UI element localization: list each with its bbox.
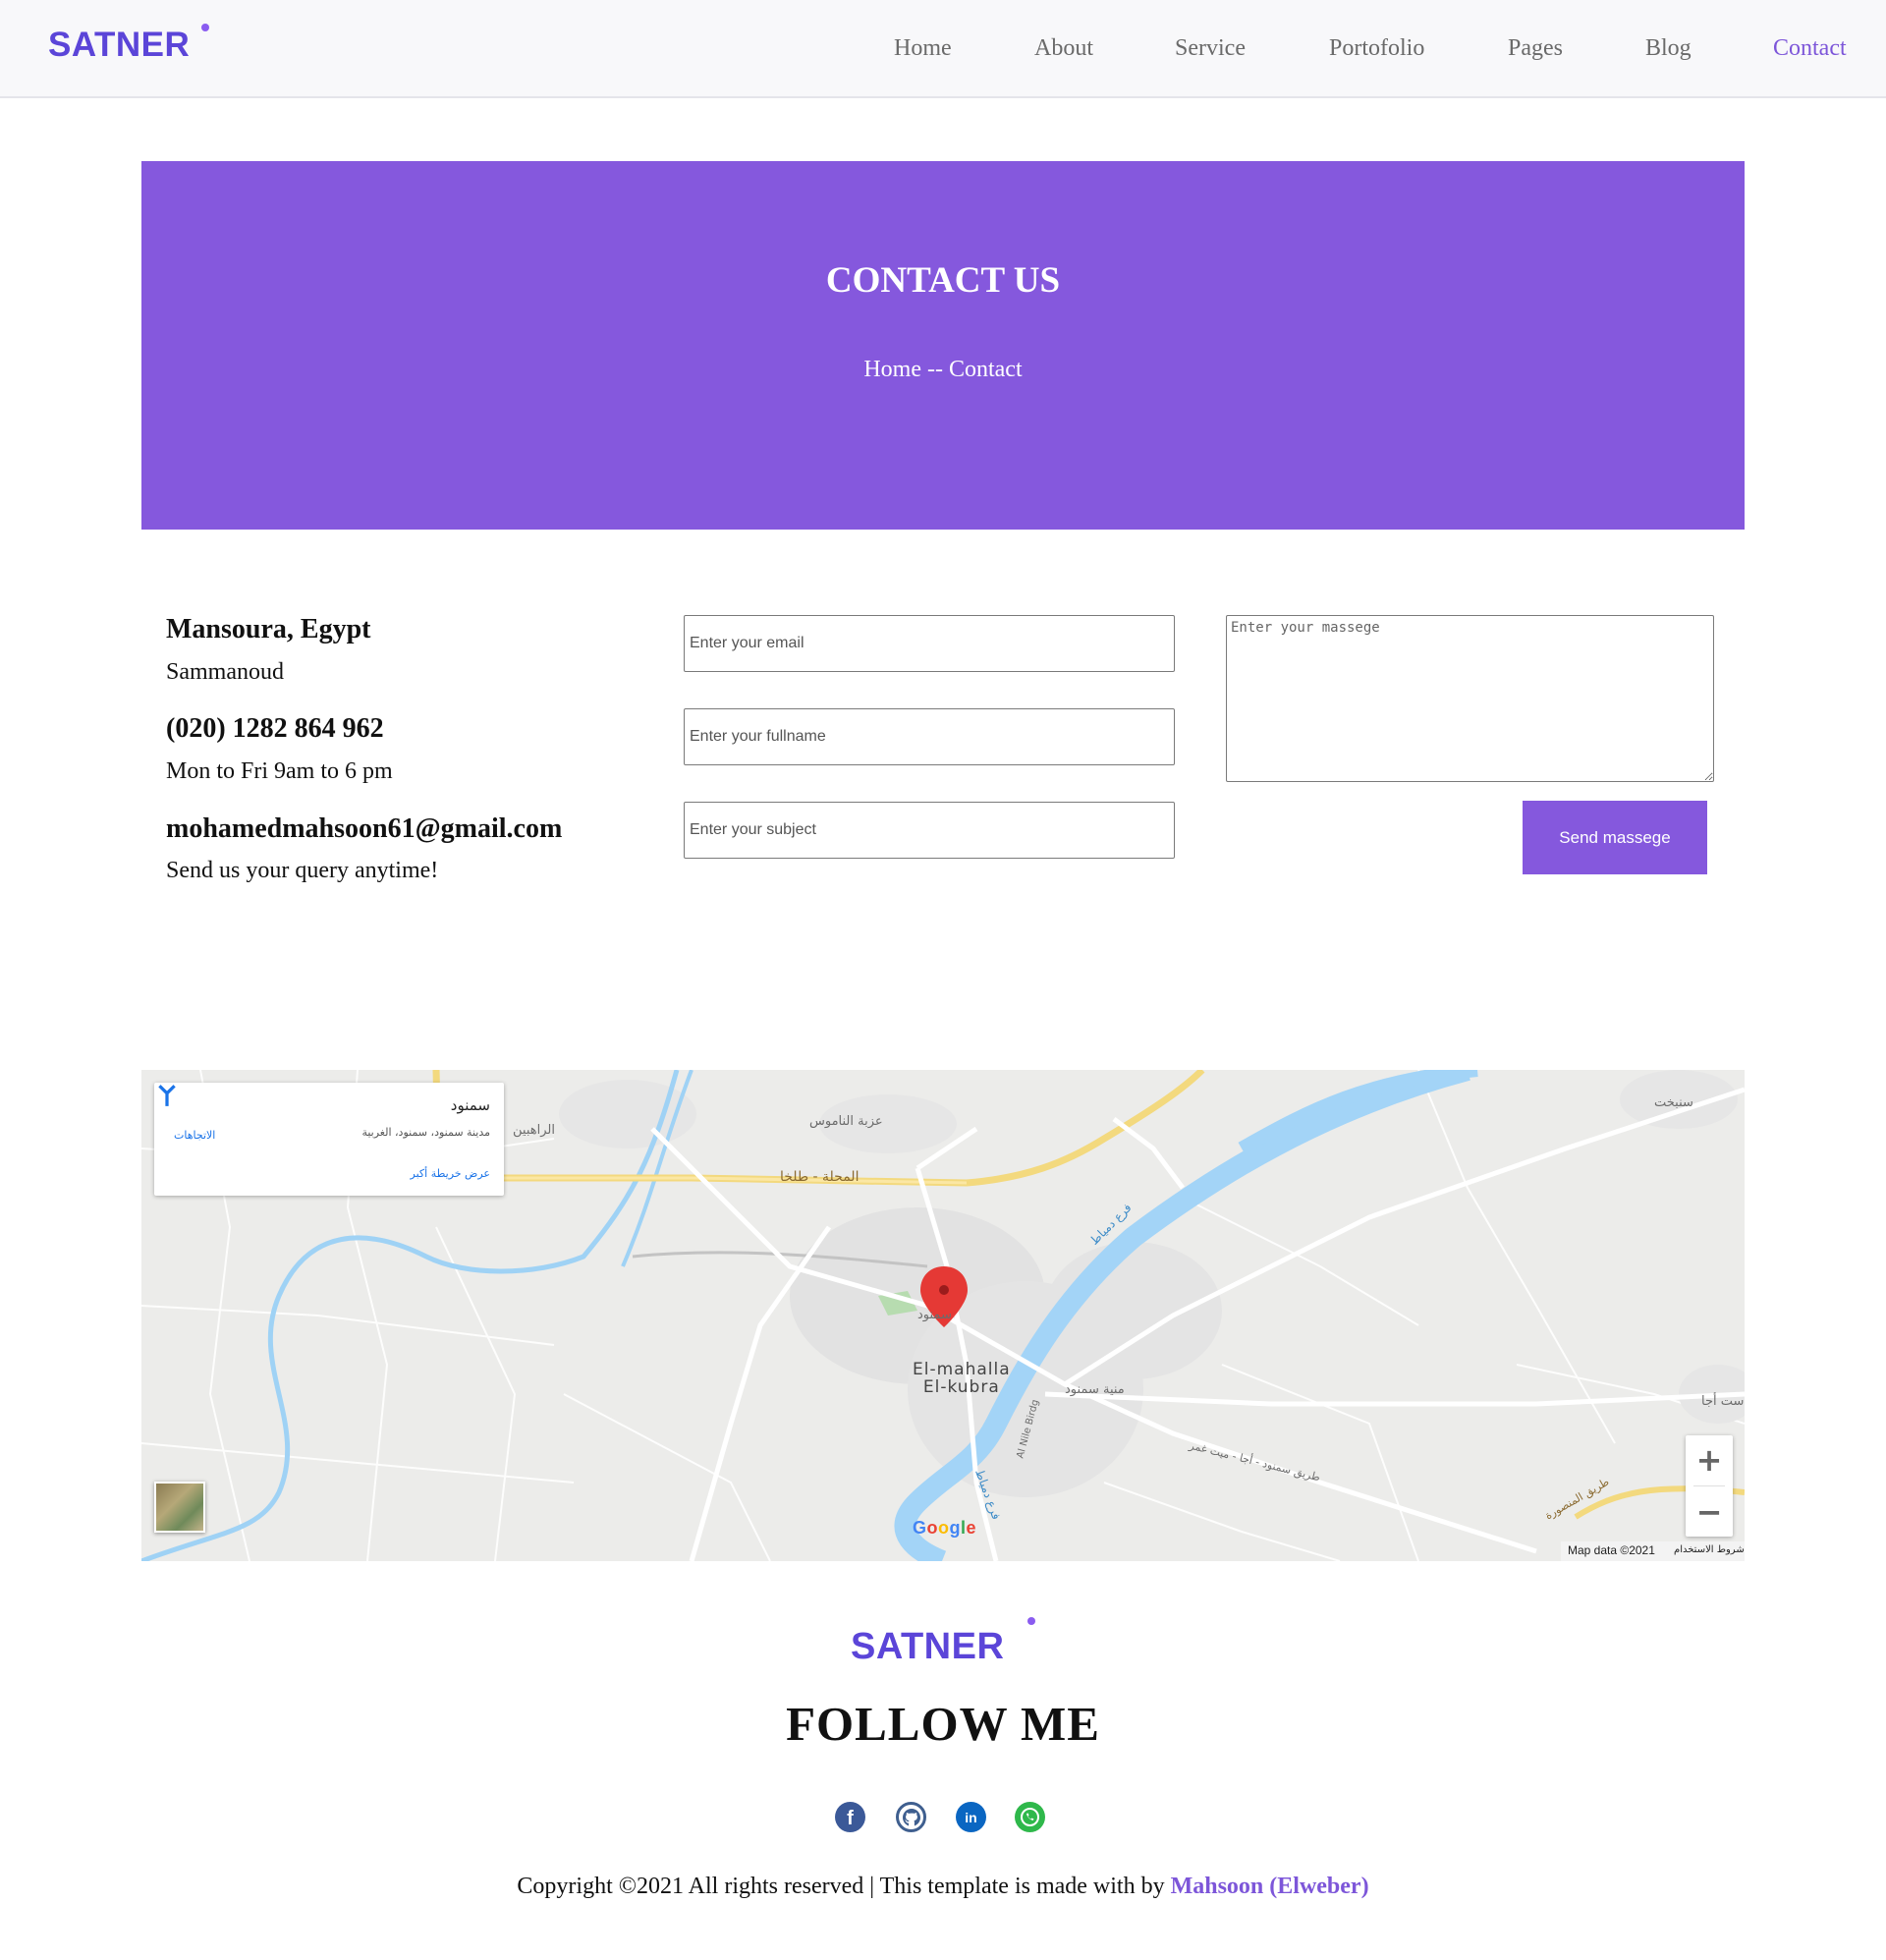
phone-hours: Mon to Fri 9am to 6 pm [166, 758, 393, 784]
nav-home[interactable]: Home [894, 35, 952, 62]
view-larger-map-link[interactable]: عرض خريطة أكبر [411, 1167, 490, 1180]
nav-portfolio[interactable]: Portofolio [1329, 35, 1424, 62]
map-label-city-en-text: El-mahalla El-kubra [913, 1360, 1011, 1397]
hero-banner: CONTACT US Home -- Contact [141, 161, 1745, 530]
directions-label[interactable]: الاتجاهات [174, 1129, 215, 1142]
copyright: Copyright ©2021 All rights reserved | Th… [0, 1874, 1886, 1900]
place-address: مدينة سمنود، سمنود، الغربية [361, 1126, 490, 1139]
nav-about[interactable]: About [1034, 35, 1093, 62]
navbar: SATNER Home About Service Portofolio Pag… [0, 0, 1886, 98]
brand-logo-dot [201, 24, 209, 31]
subject-field[interactable] [684, 802, 1175, 859]
map-place-card: سمنود مدينة سمنود، سمنود، الغربية عرض خر… [154, 1083, 504, 1196]
footer-logo-dot [1027, 1617, 1035, 1625]
phone-heading: (020) 1282 864 962 [166, 713, 384, 744]
zoom-divider [1693, 1485, 1725, 1486]
map-label-main-road: المحلة - طلخا [780, 1169, 860, 1185]
map-label-city-marker: سمنود [917, 1308, 952, 1322]
map-attribution: Map data ©2021 [1568, 1543, 1655, 1557]
map-label-village-north: عزبة الناموس [809, 1114, 883, 1129]
map-label-village-west: الراهبين [513, 1123, 555, 1138]
breadcrumb: Home -- Contact [863, 357, 1023, 382]
address-detail: Sammanoud [166, 659, 284, 685]
zoom-out-button[interactable]: − [1686, 1487, 1733, 1537]
github-icon[interactable] [896, 1802, 926, 1832]
copyright-text: Copyright ©2021 All rights reserved | Th… [517, 1874, 1171, 1899]
footer-logo[interactable]: SATNER [851, 1626, 1004, 1668]
send-message-button[interactable]: Send massege [1523, 801, 1707, 874]
map-terms-link[interactable]: شروط الاستخدام [1674, 1544, 1745, 1555]
message-field[interactable] [1226, 615, 1714, 782]
directions-icon[interactable] [154, 1083, 180, 1108]
follow-title: FOLLOW ME [786, 1697, 1100, 1751]
nav-service[interactable]: Service [1175, 35, 1246, 62]
address-heading: Mansoura, Egypt [166, 614, 371, 644]
place-name: سمنود [450, 1096, 490, 1114]
nav-contact[interactable]: Contact [1773, 35, 1847, 62]
map-label-district: منية سمنود [1065, 1382, 1125, 1397]
nav-pages[interactable]: Pages [1508, 35, 1563, 62]
whatsapp-icon[interactable] [1015, 1802, 1045, 1832]
google-logo: Google [913, 1518, 977, 1538]
email-field[interactable] [684, 615, 1175, 672]
author-link[interactable]: Mahsoon (Elweber) [1171, 1874, 1369, 1899]
brand-logo[interactable]: SATNER [48, 26, 190, 65]
linkedin-icon[interactable]: in [956, 1802, 986, 1832]
email-detail: Send us your query anytime! [166, 858, 439, 883]
map-zoom-controls: + − [1686, 1435, 1733, 1537]
satellite-toggle[interactable] [154, 1482, 205, 1533]
nav-blog[interactable]: Blog [1645, 35, 1692, 62]
email-heading: mohamedmahsoon61@gmail.com [166, 813, 563, 844]
svg-text:f: f [847, 1808, 854, 1829]
map-label-town-edge: ست أجا [1701, 1394, 1745, 1409]
svg-text:in: in [965, 1810, 976, 1825]
fullname-field[interactable] [684, 708, 1175, 765]
map-label-town-east: سنبخت [1654, 1095, 1693, 1110]
page-title: CONTACT US [825, 260, 1061, 301]
map-label-city-en: El-mahalla El-kubra [913, 1361, 1011, 1396]
zoom-in-button[interactable]: + [1686, 1435, 1733, 1484]
facebook-icon[interactable]: f [835, 1802, 865, 1832]
embedded-map[interactable]: عزبة الناموس الراهبين سنبخت المحلة - طلخ… [141, 1070, 1745, 1561]
